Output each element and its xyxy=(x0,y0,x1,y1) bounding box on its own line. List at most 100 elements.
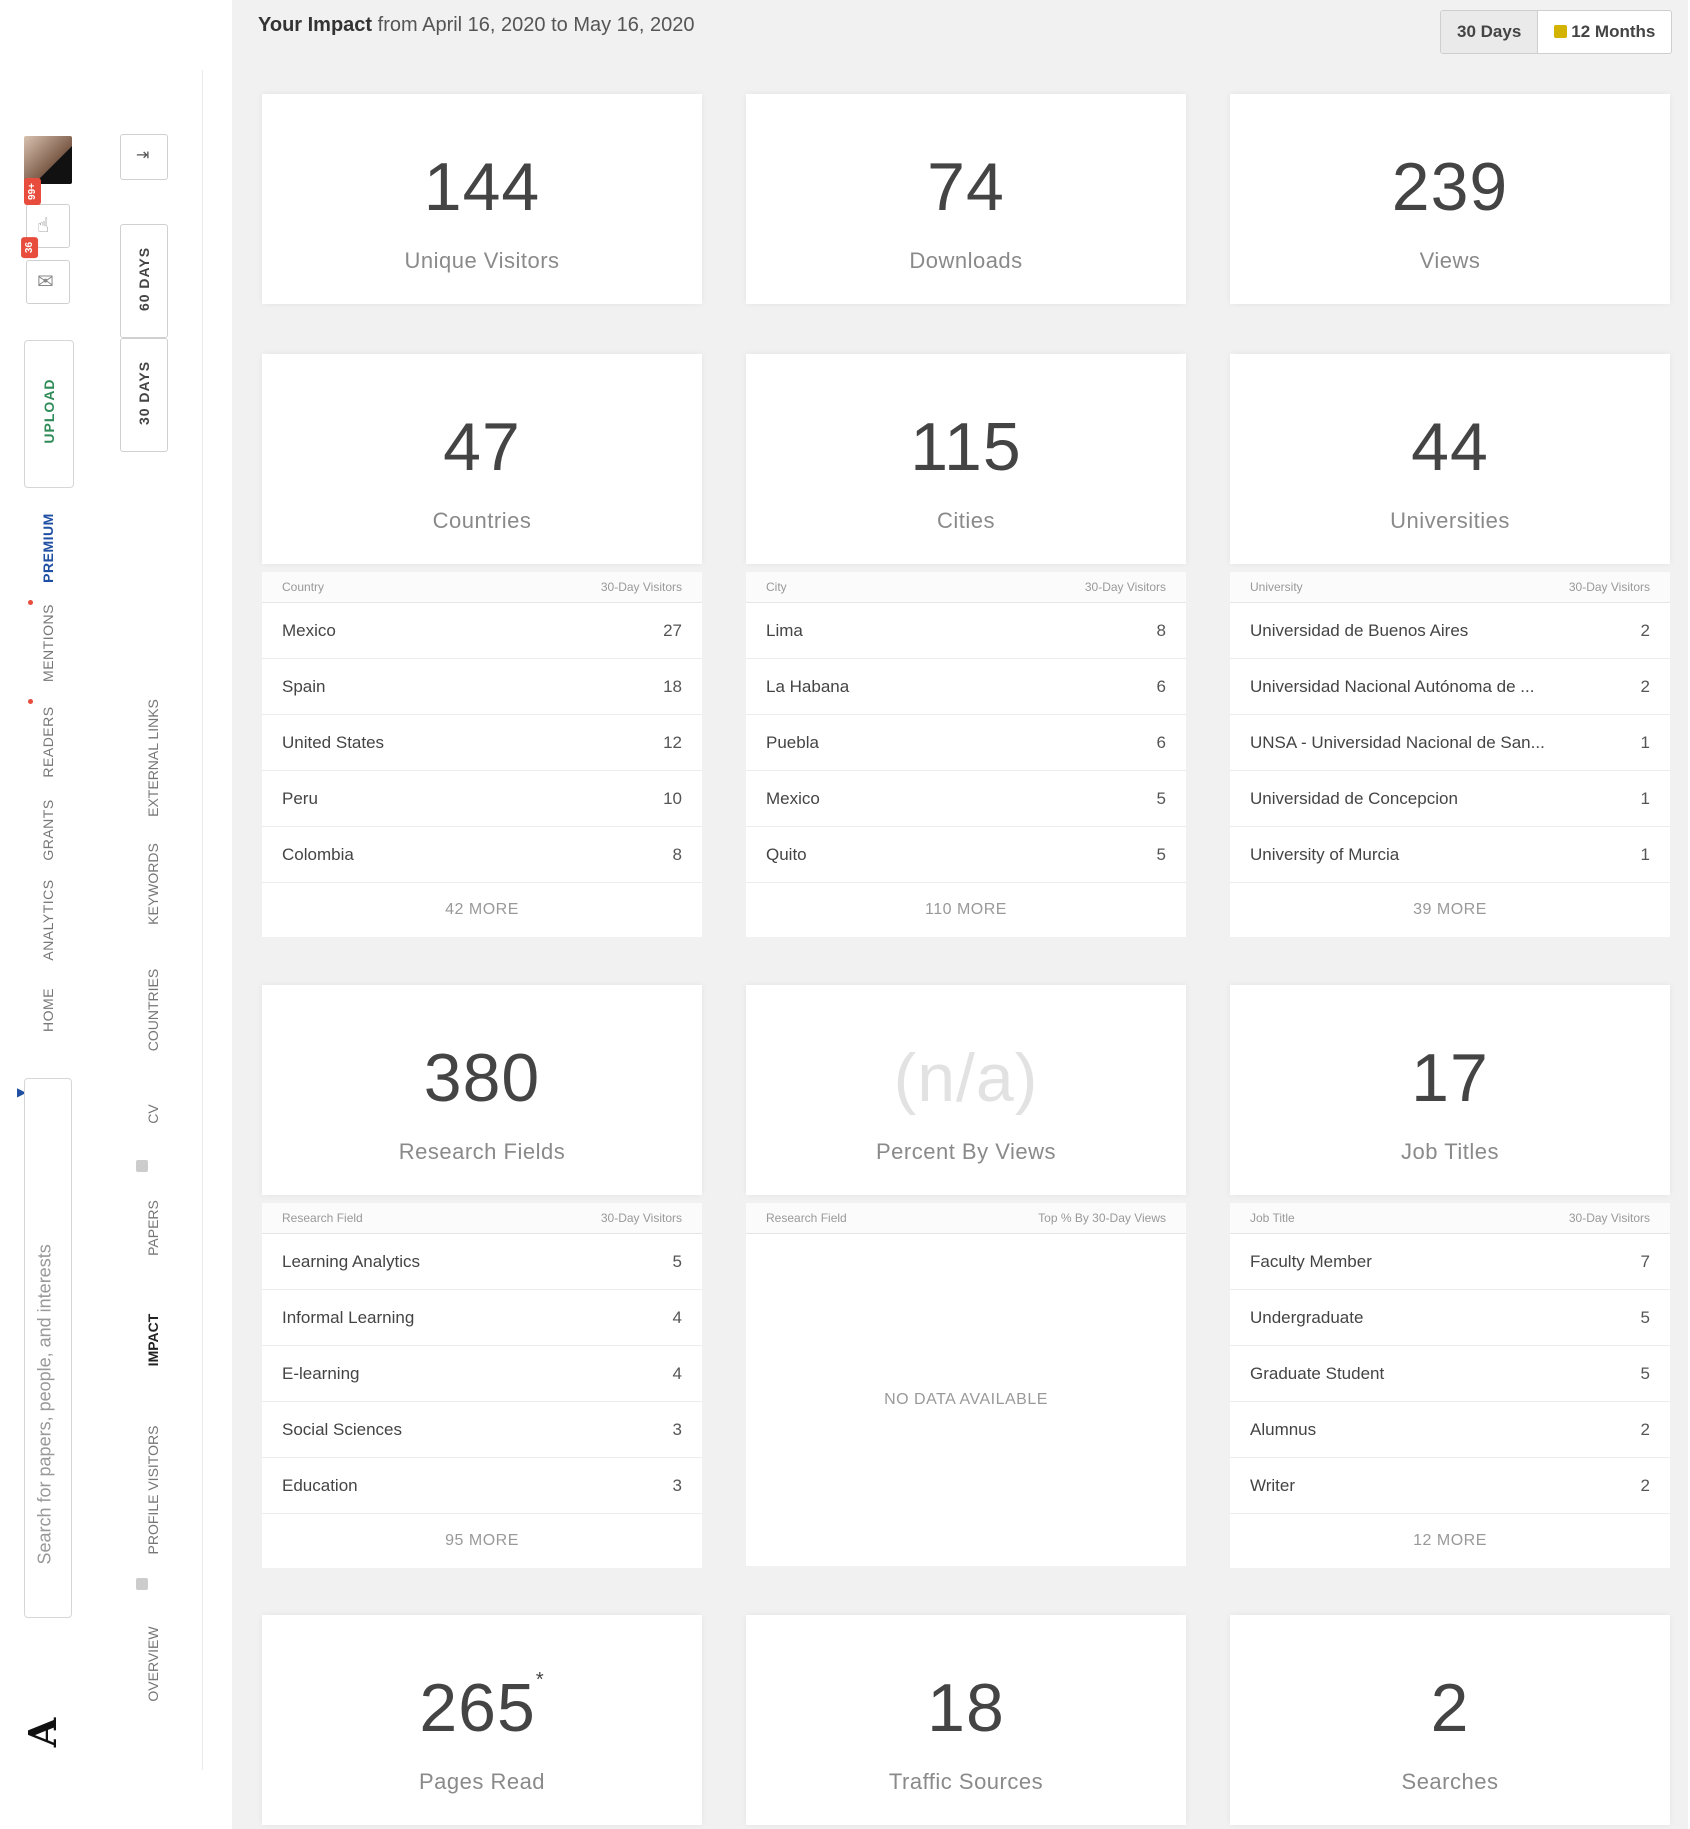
research-fields-table: Research Field 30-Day Visitors Learning A… xyxy=(262,1203,702,1568)
messages-button[interactable]: ✉ 36 xyxy=(21,236,70,304)
col-job-title: Job Title xyxy=(1250,1211,1295,1225)
row-value: 2 xyxy=(1640,1419,1650,1439)
row-value: 2 xyxy=(1640,676,1650,696)
row-value: 7 xyxy=(1640,1251,1650,1271)
row-value: 1 xyxy=(1640,788,1650,808)
row-name: La Habana xyxy=(766,676,850,696)
table-row: Colombia 8 xyxy=(262,827,702,883)
row-name: University of Murcia xyxy=(1250,844,1400,864)
row-name: Informal Learning xyxy=(282,1307,415,1327)
row-value: 3 xyxy=(672,1475,682,1495)
stat-value: 239 xyxy=(1391,149,1509,225)
more-link[interactable]: 95 MORE xyxy=(262,1514,702,1568)
views-card: 239 Views xyxy=(1230,94,1670,304)
row-name: Colombia xyxy=(282,844,354,864)
row-name: Graduate Student xyxy=(1250,1363,1385,1383)
tab-profile-visitors[interactable]: PROFILE VISITORS xyxy=(145,1390,161,1590)
stat-label: Universities xyxy=(1390,508,1510,533)
stat-value: 74 xyxy=(927,149,1005,225)
countries-card: 47 Countries xyxy=(262,354,702,564)
table-row: United States 12 xyxy=(262,715,702,771)
more-link[interactable]: 42 MORE xyxy=(262,883,702,937)
row-name: Lima xyxy=(766,620,803,640)
readers-dot xyxy=(28,699,33,704)
row-name: Writer xyxy=(1250,1475,1296,1495)
search-input[interactable]: Search for papers, people, and interests xyxy=(24,1078,72,1618)
table-row: Peru 10 xyxy=(262,771,702,827)
percent-by-views-table: Research Field Top % By 30-Day Views NO D… xyxy=(746,1203,1186,1566)
col-university: University xyxy=(1250,580,1303,594)
stat-label: Percent By Views xyxy=(875,1139,1056,1164)
table-row: Writer 2 xyxy=(1230,1458,1670,1514)
more-link[interactable]: 12 MORE xyxy=(1230,1514,1670,1568)
60-days-button[interactable]: 60 DAYS xyxy=(120,224,168,338)
stat-value: 17 xyxy=(1411,1040,1489,1116)
12-months-label: 12 Months xyxy=(1571,22,1656,41)
thumbs-up-icon: ☝ xyxy=(37,215,50,237)
30-days-button[interactable]: 30 DAYS xyxy=(120,338,168,452)
table-row: Alumnus 2 xyxy=(1230,1402,1670,1458)
unique-visitors-card: 144 Unique Visitors xyxy=(262,94,702,304)
research-fields-card: 380 Research Fields xyxy=(262,985,702,1195)
col-country: Country xyxy=(282,580,325,594)
table-header: Research Field Top % By 30-Day Views xyxy=(746,1203,1186,1234)
stat-label: Job Titles xyxy=(1401,1139,1499,1164)
collapse-icon: ⇥ xyxy=(136,147,150,164)
footnote-mark: * xyxy=(535,1669,545,1691)
table-row: La Habana 6 xyxy=(746,659,1186,715)
col-visitors: 30-Day Visitors xyxy=(1084,580,1166,594)
table-header: Research Field 30-Day Visitors xyxy=(262,1203,702,1234)
row-name: UNSA - Universidad Nacional de San... xyxy=(1250,732,1545,752)
row-value: 3 xyxy=(672,1419,682,1439)
title-bold: Your Impact xyxy=(258,14,373,36)
table-header: University 30-Day Visitors xyxy=(1230,572,1670,603)
60-days-label: 60 DAYS xyxy=(136,246,152,312)
rail-link-home[interactable]: HOME xyxy=(40,920,56,1100)
table-row: E-learning 4 xyxy=(262,1346,702,1402)
notifications-badge: 99+ xyxy=(23,178,41,205)
page-title: Your Impact from April 16, 2020 to May 1… xyxy=(258,14,695,37)
avatar[interactable] xyxy=(24,136,72,184)
row-name: Peru xyxy=(282,788,318,808)
row-value: 18 xyxy=(663,676,682,696)
messages-badge: 36 xyxy=(21,236,39,259)
row-value: 2 xyxy=(1640,1475,1650,1495)
table-row: Universidad Nacional Autónoma de ... 2 xyxy=(1230,659,1670,715)
col-visitors: 30-Day Visitors xyxy=(1568,580,1650,594)
row-name: Universidad de Concepcion xyxy=(1250,788,1458,808)
row-name: Social Sciences xyxy=(282,1419,403,1439)
table-header: Country 30-Day Visitors xyxy=(262,572,702,603)
table-row: Learning Analytics 5 xyxy=(262,1234,702,1290)
table-row: Faculty Member 7 xyxy=(1230,1234,1670,1290)
job-titles-table: Job Title 30-Day Visitors Faculty Member 7… xyxy=(1230,1203,1670,1568)
stat-label: Downloads xyxy=(909,248,1023,273)
row-value: 6 xyxy=(1156,676,1166,696)
universities-table: University 30-Day Visitors Universidad de… xyxy=(1230,572,1670,937)
row-value: 12 xyxy=(663,732,682,752)
col-city: City xyxy=(766,580,787,594)
academia-logo[interactable]: A xyxy=(20,1718,65,1747)
row-value: 1 xyxy=(1640,844,1650,864)
impact-main: Your Impact from April 16, 2020 to May 1… xyxy=(232,0,1688,1829)
stat-label: Unique Visitors xyxy=(404,248,560,273)
more-link[interactable]: 110 MORE xyxy=(746,883,1186,937)
stat-value: 44 xyxy=(1411,409,1489,485)
mentions-dot xyxy=(28,600,33,605)
row-value: 5 xyxy=(672,1251,682,1271)
tab-overview[interactable]: OVERVIEW xyxy=(145,1564,161,1764)
collapse-button[interactable]: ⇥ xyxy=(120,134,168,180)
analytics-nav: ⇥ 60 DAYS 30 DAYS EXTERNAL LINKS KEYWORD… xyxy=(98,70,203,1770)
row-name: United States xyxy=(282,732,385,752)
more-link[interactable]: 39 MORE xyxy=(1230,883,1670,937)
table-row: Universidad de Concepcion 1 xyxy=(1230,771,1670,827)
table-row: Graduate Student 5 xyxy=(1230,1346,1670,1402)
col-visitors: 30-Day Visitors xyxy=(1568,1211,1650,1225)
upload-label: UPLOAD xyxy=(41,378,57,444)
row-value: 5 xyxy=(1156,844,1166,864)
table-row: Puebla 6 xyxy=(746,715,1186,771)
col-top-percent: Top % By 30-Day Views xyxy=(1038,1211,1166,1225)
30-days-toggle[interactable]: 30 Days xyxy=(1441,11,1539,53)
countries-table: Country 30-Day Visitors Mexico 27 Spain 18 … xyxy=(262,572,702,937)
12-months-toggle[interactable]: 12 Months xyxy=(1538,11,1671,53)
col-research-field: Research Field xyxy=(766,1211,847,1225)
